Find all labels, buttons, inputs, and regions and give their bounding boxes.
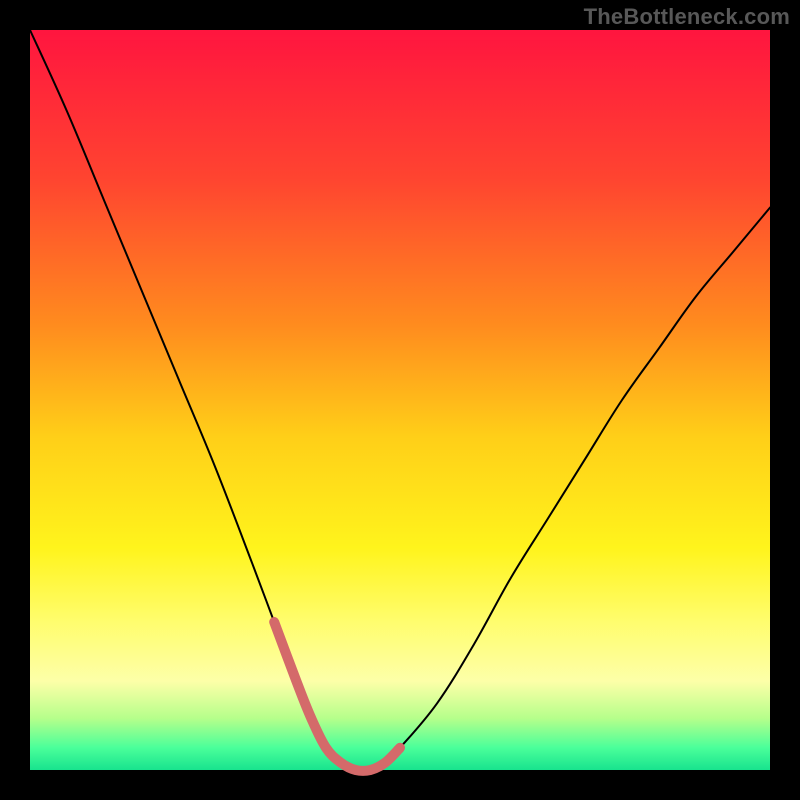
bottleneck-chart bbox=[0, 0, 800, 800]
watermark-text: TheBottleneck.com bbox=[584, 4, 790, 30]
chart-background bbox=[30, 30, 770, 770]
chart-frame: TheBottleneck.com bbox=[0, 0, 800, 800]
